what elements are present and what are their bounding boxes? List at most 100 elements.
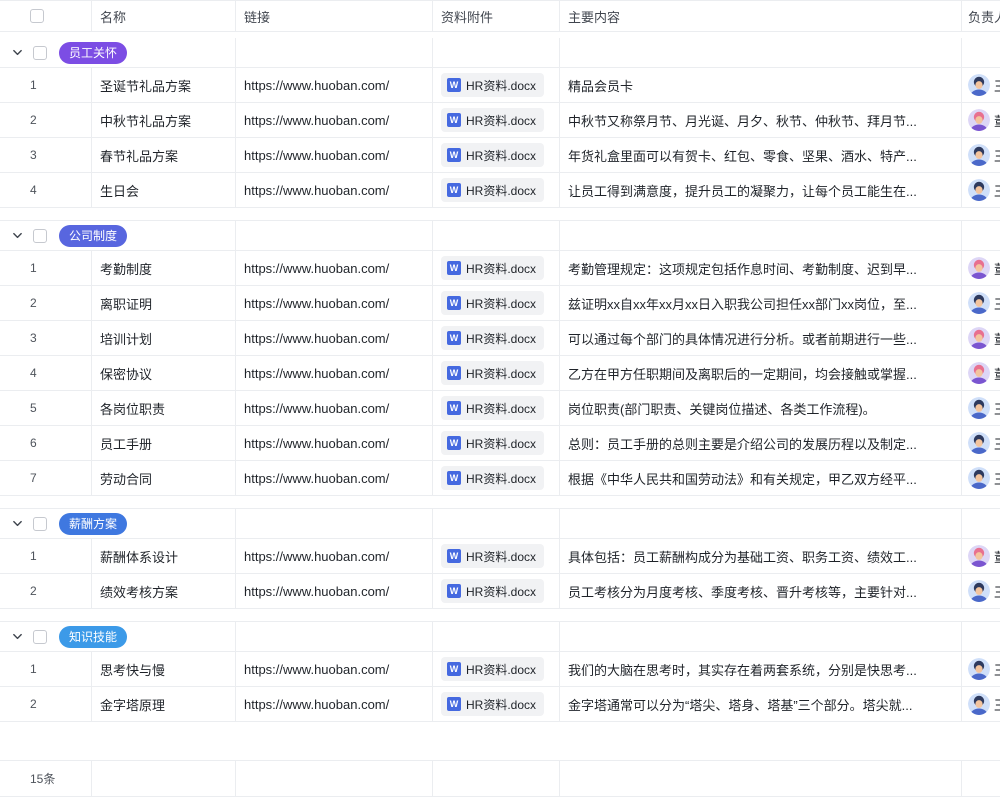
name-cell[interactable]: 思考快与慢 bbox=[92, 652, 236, 686]
owner-cell[interactable]: 王 bbox=[962, 426, 1000, 460]
owner-cell[interactable]: 王 bbox=[962, 286, 1000, 320]
record-link[interactable]: https://www.huoban.com/ bbox=[244, 549, 389, 564]
content-cell[interactable]: 具体包括：员工薪酬构成分为基础工资、职务工资、绩效工... bbox=[560, 539, 962, 573]
group-name-badge[interactable]: 薪酬方案 bbox=[59, 513, 127, 535]
name-cell[interactable]: 员工手册 bbox=[92, 426, 236, 460]
group-name-badge[interactable]: 公司制度 bbox=[59, 225, 127, 247]
column-header-owner[interactable]: 负责人 bbox=[962, 1, 1000, 31]
chevron-down-icon[interactable] bbox=[10, 230, 24, 241]
content-cell[interactable]: 兹证明xx自xx年xx月xx日入职我公司担任xx部门xx岗位，至... bbox=[560, 286, 962, 320]
table-row[interactable]: 4生日会https://www.huoban.com/WHR资料.docx让员工… bbox=[0, 173, 1000, 208]
table-row[interactable]: 2离职证明https://www.huoban.com/WHR资料.docx兹证… bbox=[0, 286, 1000, 321]
owner-cell[interactable]: 王 bbox=[962, 461, 1000, 495]
content-cell[interactable]: 年货礼盒里面可以有贺卡、红包、零食、坚果、酒水、特产... bbox=[560, 138, 962, 172]
name-cell[interactable]: 圣诞节礼品方案 bbox=[92, 68, 236, 102]
name-cell[interactable]: 各岗位职责 bbox=[92, 391, 236, 425]
content-cell[interactable]: 考勤管理规定：这项规定包括作息时间、考勤制度、迟到早... bbox=[560, 251, 962, 285]
owner-cell[interactable]: 董 bbox=[962, 356, 1000, 390]
record-link[interactable]: https://www.huoban.com/ bbox=[244, 662, 389, 677]
attachment-chip[interactable]: WHR资料.docx bbox=[441, 256, 544, 280]
owner-cell[interactable]: 王 bbox=[962, 173, 1000, 207]
name-cell[interactable]: 薪酬体系设计 bbox=[92, 539, 236, 573]
attachment-chip[interactable]: WHR资料.docx bbox=[441, 544, 544, 568]
content-cell[interactable]: 员工考核分为月度考核、季度考核、晋升考核等，主要针对... bbox=[560, 574, 962, 608]
record-link[interactable]: https://www.huoban.com/ bbox=[244, 584, 389, 599]
table-row[interactable]: 1薪酬体系设计https://www.huoban.com/WHR资料.docx… bbox=[0, 539, 1000, 574]
attachment-chip[interactable]: WHR资料.docx bbox=[441, 579, 544, 603]
record-link[interactable]: https://www.huoban.com/ bbox=[244, 113, 389, 128]
table-row[interactable]: 4保密协议https://www.huoban.com/WHR资料.docx乙方… bbox=[0, 356, 1000, 391]
chevron-down-icon[interactable] bbox=[10, 631, 24, 642]
owner-cell[interactable]: 王 bbox=[962, 391, 1000, 425]
group-name-badge[interactable]: 员工关怀 bbox=[59, 42, 127, 64]
record-link[interactable]: https://www.huoban.com/ bbox=[244, 148, 389, 163]
attachment-chip[interactable]: WHR资料.docx bbox=[441, 326, 544, 350]
name-cell[interactable]: 生日会 bbox=[92, 173, 236, 207]
chevron-down-icon[interactable] bbox=[10, 47, 24, 58]
owner-cell[interactable]: 董 bbox=[962, 321, 1000, 355]
group-select-checkbox[interactable] bbox=[33, 229, 47, 243]
record-link[interactable]: https://www.huoban.com/ bbox=[244, 471, 389, 486]
content-cell[interactable]: 岗位职责(部门职责、关键岗位描述、各类工作流程)。 bbox=[560, 391, 962, 425]
column-header-select[interactable] bbox=[0, 1, 92, 31]
content-cell[interactable]: 精品会员卡 bbox=[560, 68, 962, 102]
table-row[interactable]: 2金字塔原理https://www.huoban.com/WHR资料.docx金… bbox=[0, 687, 1000, 722]
content-cell[interactable]: 根据《中华人民共和国劳动法》和有关规定，甲乙双方经平... bbox=[560, 461, 962, 495]
attachment-chip[interactable]: WHR资料.docx bbox=[441, 108, 544, 132]
table-row[interactable]: 1思考快与慢https://www.huoban.com/WHR资料.docx我… bbox=[0, 652, 1000, 687]
table-row[interactable]: 5各岗位职责https://www.huoban.com/WHR资料.docx岗… bbox=[0, 391, 1000, 426]
name-cell[interactable]: 劳动合同 bbox=[92, 461, 236, 495]
table-row[interactable]: 2绩效考核方案https://www.huoban.com/WHR资料.docx… bbox=[0, 574, 1000, 609]
record-link[interactable]: https://www.huoban.com/ bbox=[244, 331, 389, 346]
content-cell[interactable]: 中秋节又称祭月节、月光诞、月夕、秋节、仲秋节、拜月节... bbox=[560, 103, 962, 137]
group-select-checkbox[interactable] bbox=[33, 517, 47, 531]
record-link[interactable]: https://www.huoban.com/ bbox=[244, 366, 389, 381]
name-cell[interactable]: 培训计划 bbox=[92, 321, 236, 355]
content-cell[interactable]: 可以通过每个部门的具体情况进行分析。或者前期进行一些... bbox=[560, 321, 962, 355]
record-link[interactable]: https://www.huoban.com/ bbox=[244, 78, 389, 93]
attachment-chip[interactable]: WHR资料.docx bbox=[441, 291, 544, 315]
record-link[interactable]: https://www.huoban.com/ bbox=[244, 436, 389, 451]
owner-cell[interactable]: 王 bbox=[962, 652, 1000, 686]
column-header-link[interactable]: 链接 bbox=[236, 1, 433, 31]
attachment-chip[interactable]: WHR资料.docx bbox=[441, 657, 544, 681]
group-select-checkbox[interactable] bbox=[33, 46, 47, 60]
name-cell[interactable]: 保密协议 bbox=[92, 356, 236, 390]
select-all-checkbox[interactable] bbox=[30, 9, 44, 23]
table-row[interactable]: 6员工手册https://www.huoban.com/WHR资料.docx总则… bbox=[0, 426, 1000, 461]
content-cell[interactable]: 让员工得到满意度，提升员工的凝聚力，让每个员工能生在... bbox=[560, 173, 962, 207]
column-header-attachment[interactable]: 资料附件 bbox=[433, 1, 560, 31]
name-cell[interactable]: 中秋节礼品方案 bbox=[92, 103, 236, 137]
attachment-chip[interactable]: WHR资料.docx bbox=[441, 396, 544, 420]
table-row[interactable]: 2中秋节礼品方案https://www.huoban.com/WHR资料.doc… bbox=[0, 103, 1000, 138]
attachment-chip[interactable]: WHR资料.docx bbox=[441, 178, 544, 202]
owner-cell[interactable]: 王 bbox=[962, 138, 1000, 172]
owner-cell[interactable]: 王 bbox=[962, 687, 1000, 721]
owner-cell[interactable]: 董 bbox=[962, 103, 1000, 137]
name-cell[interactable]: 春节礼品方案 bbox=[92, 138, 236, 172]
content-cell[interactable]: 乙方在甲方任职期间及离职后的一定期间，均会接触或掌握... bbox=[560, 356, 962, 390]
record-link[interactable]: https://www.huoban.com/ bbox=[244, 183, 389, 198]
content-cell[interactable]: 金字塔通常可以分为“塔尖、塔身、塔基”三个部分。塔尖就... bbox=[560, 687, 962, 721]
owner-cell[interactable]: 王 bbox=[962, 574, 1000, 608]
name-cell[interactable]: 绩效考核方案 bbox=[92, 574, 236, 608]
record-link[interactable]: https://www.huoban.com/ bbox=[244, 401, 389, 416]
column-header-name[interactable]: 名称 bbox=[92, 1, 236, 31]
group-select-checkbox[interactable] bbox=[33, 630, 47, 644]
attachment-chip[interactable]: WHR资料.docx bbox=[441, 692, 544, 716]
attachment-chip[interactable]: WHR资料.docx bbox=[441, 431, 544, 455]
name-cell[interactable]: 离职证明 bbox=[92, 286, 236, 320]
table-row[interactable]: 1圣诞节礼品方案https://www.huoban.com/WHR资料.doc… bbox=[0, 68, 1000, 103]
attachment-chip[interactable]: WHR资料.docx bbox=[441, 143, 544, 167]
owner-cell[interactable]: 董 bbox=[962, 539, 1000, 573]
record-link[interactable]: https://www.huoban.com/ bbox=[244, 296, 389, 311]
column-header-content[interactable]: 主要内容 bbox=[560, 1, 962, 31]
table-row[interactable]: 3培训计划https://www.huoban.com/WHR资料.docx可以… bbox=[0, 321, 1000, 356]
chevron-down-icon[interactable] bbox=[10, 518, 24, 529]
content-cell[interactable]: 总则：员工手册的总则主要是介绍公司的发展历程以及制定... bbox=[560, 426, 962, 460]
name-cell[interactable]: 考勤制度 bbox=[92, 251, 236, 285]
attachment-chip[interactable]: WHR资料.docx bbox=[441, 361, 544, 385]
table-row[interactable]: 7劳动合同https://www.huoban.com/WHR资料.docx根据… bbox=[0, 461, 1000, 496]
group-name-badge[interactable]: 知识技能 bbox=[59, 626, 127, 648]
owner-cell[interactable]: 王 bbox=[962, 68, 1000, 102]
